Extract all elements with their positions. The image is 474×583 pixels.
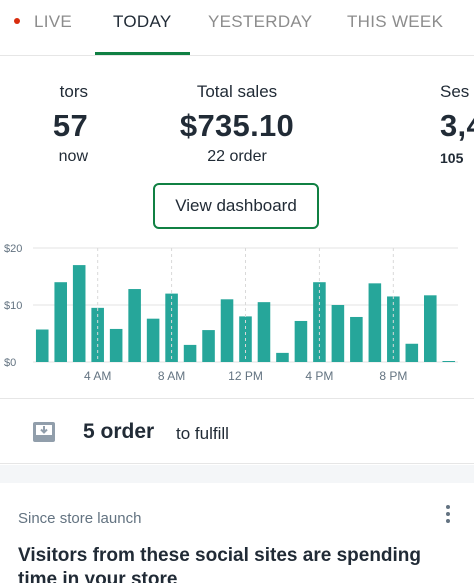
metric-sessions[interactable]: Ses 3,4 105: [440, 82, 474, 166]
fulfill-count: 5 order: [83, 420, 155, 443]
chart-bar: [183, 344, 197, 362]
chart-bar: [109, 328, 123, 362]
chart-bar: [294, 320, 308, 362]
chart-bar: [220, 299, 234, 362]
metric-total-sales[interactable]: Total sales $735.10 22 order: [132, 82, 342, 166]
section-divider: [0, 465, 474, 483]
tab-yesterday[interactable]: YESTERDAY: [208, 12, 312, 32]
chart-bar: [350, 316, 363, 362]
sales-bar-chart: $20 $10 $0 4 AM 8 AM 12 PM 4 PM 8 PM: [4, 243, 458, 383]
orders-to-fulfill-row[interactable]: 5 order to fulfill: [0, 398, 474, 464]
metric-sub: 105: [440, 150, 464, 166]
x-tick-label: 4 AM: [84, 369, 111, 383]
metric-label: Total sales: [196, 82, 278, 101]
fulfill-text: to fulfill: [176, 424, 229, 443]
metric-visitors[interactable]: tors 57 now: [0, 82, 88, 166]
active-tab-indicator: [95, 52, 190, 55]
x-tick-label: 8 AM: [158, 369, 185, 383]
chart-bar: [54, 282, 67, 362]
chart-bar: [146, 318, 160, 362]
metric-sub: now: [58, 148, 88, 165]
y-tick-label: $10: [4, 300, 22, 312]
chart-bar: [331, 305, 345, 362]
chart-bar: [424, 295, 437, 362]
more-vertical-icon[interactable]: [440, 503, 456, 525]
view-dashboard-button[interactable]: View dashboard: [153, 183, 319, 229]
metric-value: 3,4: [440, 108, 474, 143]
metric-value: $735.10: [179, 108, 295, 143]
x-tick-label: 4 PM: [305, 369, 333, 383]
x-tick-label: 12 PM: [228, 369, 263, 383]
x-tick-label: 8 PM: [379, 369, 407, 383]
tab-live[interactable]: LIVE: [14, 12, 72, 32]
insight-card: Since store launch Visitors from these s…: [0, 483, 474, 583]
chart-bar: [128, 289, 141, 362]
metric-label: Ses: [440, 82, 470, 101]
chart-bar: [72, 265, 86, 362]
y-tick-label: $20: [4, 243, 22, 255]
chart-bar: [276, 352, 289, 362]
live-dot-icon: [14, 17, 20, 24]
tab-this-week[interactable]: THIS WEEK: [347, 12, 443, 32]
chart-bar: [368, 283, 382, 362]
card-subheading: Since store launch: [18, 510, 142, 527]
chart-bar: [257, 302, 271, 362]
card-title: Visitors from these social sites are spe…: [18, 545, 422, 583]
chart-bar: [442, 361, 456, 362]
metric-label: tors: [59, 82, 88, 101]
period-tabs: LIVE TODAY YESTERDAY THIS WEEK: [0, 0, 474, 56]
chart-bar: [202, 330, 215, 362]
y-tick-label: $0: [4, 357, 16, 369]
download-tray-icon: [33, 422, 55, 442]
metric-value: 57: [52, 108, 88, 143]
chart-bar: [35, 329, 49, 362]
chart-bar: [405, 343, 419, 362]
metric-sub: 22 order: [207, 148, 267, 165]
tab-today[interactable]: TODAY: [113, 12, 172, 32]
